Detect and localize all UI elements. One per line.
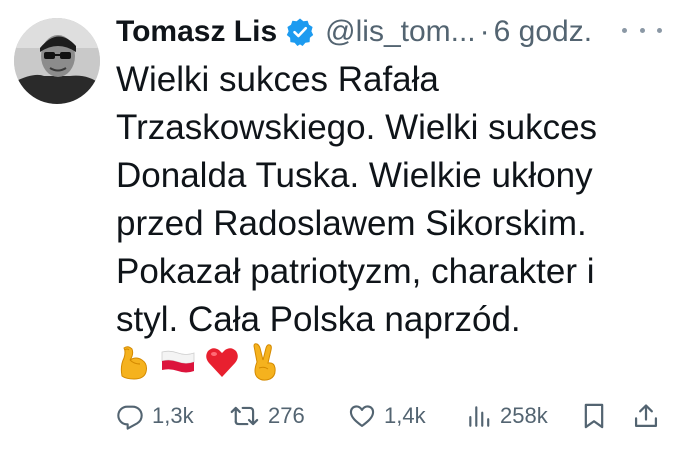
bookmark-icon — [584, 403, 604, 429]
repost-icon — [230, 406, 259, 426]
repost-count: 276 — [268, 403, 305, 428]
tweet-text-line: Donalda Tuska. Wielkie ukłony — [116, 156, 593, 195]
poland-flag-emoji — [161, 350, 195, 373]
tweet-text-line: Wielki sukces Rafała — [116, 60, 439, 99]
tweet-actions: 1,3k 276 1,4k 258k — [116, 396, 662, 436]
tweet-header: Tomasz Lis @lis_tom... · 6 godz. — [116, 12, 592, 52]
reply-count: 1,3k — [152, 403, 194, 428]
tweet-text: Wielki sukces Rafała Trzaskowskiego. Wie… — [116, 56, 666, 344]
tweet-text-line: przed Radoslawem Sikorskim. — [116, 204, 587, 243]
avatar[interactable] — [14, 18, 100, 104]
author-name[interactable]: Tomasz Lis — [116, 12, 277, 52]
views-count: 258k — [500, 403, 548, 428]
reply-button[interactable]: 1,3k — [116, 396, 194, 436]
share-icon — [634, 404, 658, 428]
repost-button[interactable]: 276 — [230, 396, 305, 436]
emoji-row — [116, 338, 282, 386]
author-handle[interactable]: @lis_tom... — [325, 12, 475, 52]
tweet-text-line: Trzaskowskiego. Wielki sukces — [116, 108, 598, 147]
red-heart-emoji — [206, 348, 238, 377]
tweet-time[interactable]: 6 godz. — [494, 12, 592, 52]
like-count: 1,4k — [384, 403, 426, 428]
views-chart-icon — [469, 406, 490, 427]
separator-dot: · — [479, 15, 490, 48]
flexed-biceps-emoji — [120, 346, 147, 380]
tweet-text-line: Pokazał patriotyzm, charakter i — [116, 252, 595, 291]
reply-icon — [117, 405, 143, 430]
share-button[interactable] — [632, 396, 660, 436]
bookmark-button[interactable] — [582, 396, 606, 436]
like-button[interactable]: 1,4k — [348, 396, 426, 436]
tweet-card[interactable]: Tomasz Lis @lis_tom... · 6 godz. Wielki … — [0, 0, 680, 456]
victory-hand-emoji — [253, 343, 276, 381]
views-button[interactable]: 258k — [466, 396, 548, 436]
verified-badge-icon — [285, 17, 315, 47]
more-options-icon[interactable] — [622, 18, 662, 42]
heart-icon — [349, 405, 375, 427]
tweet-text-line: styl. Cała Polska naprzód. — [116, 300, 521, 339]
